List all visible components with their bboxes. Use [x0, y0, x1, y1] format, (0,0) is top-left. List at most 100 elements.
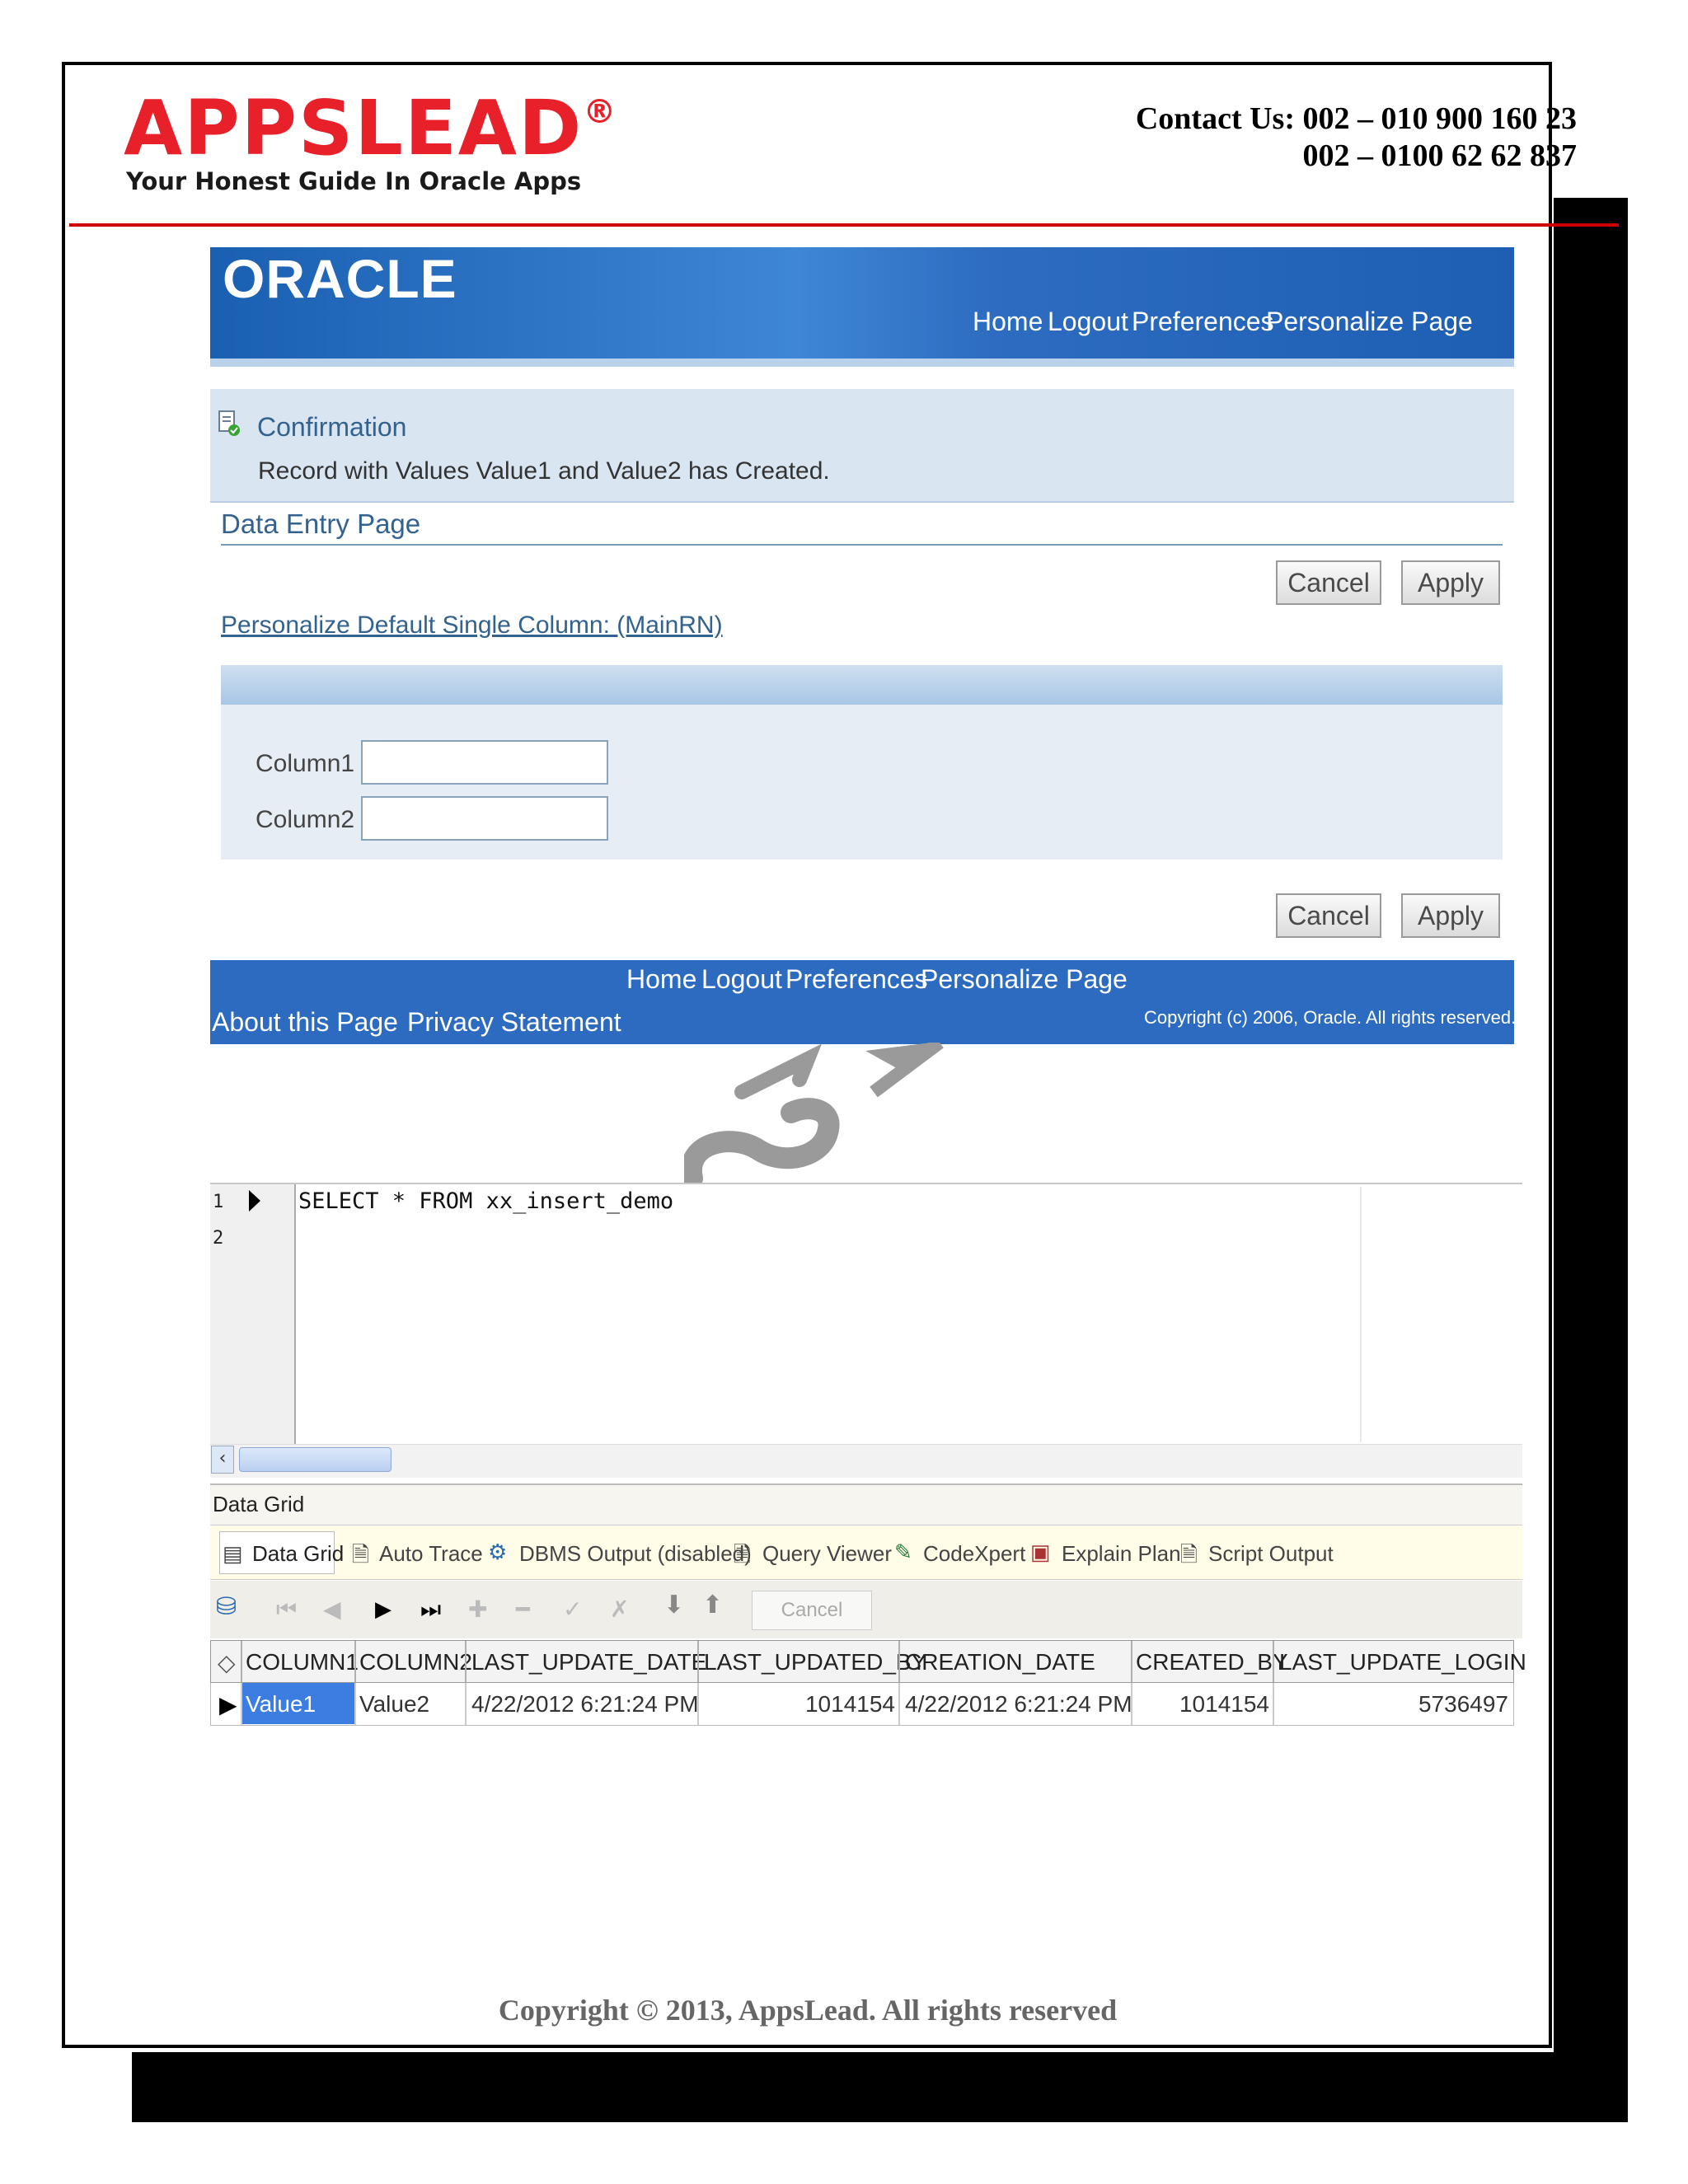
nav-preferences-link[interactable]: Preferences: [1132, 307, 1274, 337]
delete-record-icon[interactable]: ━: [516, 1596, 530, 1623]
cancel-button-bottom[interactable]: Cancel: [1276, 893, 1381, 938]
tab-data-grid-label: Data Grid: [252, 1541, 345, 1566]
appslead-logo: APPSLEAD®: [124, 84, 618, 172]
editor-margin-line: [1360, 1187, 1362, 1442]
header-last-updated-by[interactable]: LAST_UPDATED_BY: [704, 1649, 926, 1675]
confirmation-message: Record with Values Value1 and Value2 has…: [258, 457, 830, 485]
results-panel-label: Data Grid: [213, 1492, 305, 1516]
current-line-marker-icon: [249, 1190, 260, 1212]
personalize-region-link[interactable]: Personalize Default Single Column: (Main…: [221, 612, 723, 640]
first-record-icon[interactable]: ⏮: [276, 1596, 297, 1624]
upload-icon[interactable]: ⬆: [702, 1591, 723, 1619]
line-number: 2: [213, 1228, 224, 1249]
apply-button-top[interactable]: Apply: [1401, 560, 1500, 605]
apply-button-bottom[interactable]: Apply: [1401, 893, 1500, 938]
column1-label: Column1: [256, 750, 355, 777]
insert-record-icon[interactable]: ✚: [468, 1596, 487, 1623]
query-viewer-icon: 🗎: [734, 1542, 751, 1567]
column2-label: Column2: [256, 806, 355, 833]
grid-header-row: ◇ COLUMN1 COLUMN2 LAST_UPDATE_DATE LAST_…: [210, 1640, 1526, 1683]
tab-auto-trace[interactable]: Auto Trace: [379, 1541, 483, 1567]
registered-mark: ®: [583, 93, 618, 131]
nav-personalize-link[interactable]: Personalize Page: [1266, 307, 1473, 337]
cell-created-by[interactable]: 1014154: [1179, 1691, 1269, 1718]
results-panel-header: [210, 1483, 1522, 1526]
oracle-copyright: Copyright (c) 2006, Oracle. All rights r…: [1144, 1007, 1517, 1028]
header-divider: [69, 223, 1619, 227]
cancel-query-button[interactable]: Cancel: [752, 1591, 872, 1630]
tab-explain-plan[interactable]: Explain Plan: [1062, 1541, 1181, 1567]
last-record-icon[interactable]: ⏭: [420, 1596, 441, 1624]
cell-column1[interactable]: Value1: [246, 1691, 316, 1718]
watermark-logo: [684, 1043, 944, 1183]
footer-home-link[interactable]: Home: [626, 964, 696, 995]
header-last-update-login[interactable]: LAST_UPDATE_LOGIN: [1279, 1649, 1526, 1675]
nav-home-link[interactable]: Home: [973, 307, 1043, 337]
footer-personalize-link[interactable]: Personalize Page: [921, 964, 1128, 995]
page-title: Data Entry Page: [221, 509, 421, 539]
script-output-icon: 🗎: [1180, 1542, 1198, 1567]
oracle-logo: ORACLE: [223, 248, 457, 309]
privacy-statement-link[interactable]: Privacy Statement: [407, 1007, 621, 1038]
table-row[interactable]: ▶ Value1 Value2 4/22/2012 6:21:24 PM 101…: [210, 1683, 1514, 1726]
header-last-update-date[interactable]: LAST_UPDATE_DATE: [471, 1649, 706, 1675]
tab-query-viewer[interactable]: Query Viewer: [762, 1541, 892, 1567]
select-all-icon[interactable]: ◇: [218, 1649, 236, 1676]
logo-tagline: Your Honest Guide In Oracle Apps: [126, 167, 582, 195]
column1-input[interactable]: [361, 740, 608, 785]
column-divider: [697, 1683, 699, 1725]
column-divider: [697, 1641, 699, 1682]
form-panel-header: [221, 665, 1503, 705]
column-divider: [354, 1641, 356, 1682]
document-copyright: Copyright © 2013, AppsLead. All rights r…: [498, 1994, 1118, 2027]
cancel-edit-icon[interactable]: ✗: [610, 1596, 629, 1623]
header-column2[interactable]: COLUMN2: [359, 1649, 472, 1675]
line-number: 1: [213, 1192, 224, 1212]
confirmation-box: [210, 389, 1514, 503]
scrollbar-thumb[interactable]: [239, 1447, 392, 1472]
cell-last-update-date[interactable]: 4/22/2012 6:21:24 PM: [471, 1691, 699, 1718]
header-creation-date[interactable]: CREATION_DATE: [905, 1649, 1095, 1675]
next-record-icon[interactable]: ▶: [375, 1597, 392, 1622]
column-divider: [465, 1641, 467, 1682]
about-page-link[interactable]: About this Page: [212, 1007, 398, 1038]
editor-gutter: [210, 1184, 296, 1445]
contact-line-2: 002 – 0100 62 62 837: [1302, 138, 1578, 173]
row-indicator-icon: ▶: [219, 1692, 237, 1718]
scroll-left-icon[interactable]: ‹: [211, 1446, 234, 1474]
prior-record-icon[interactable]: ◀: [323, 1596, 341, 1623]
cell-last-update-login[interactable]: 5736497: [1418, 1691, 1508, 1718]
cell-last-updated-by[interactable]: 1014154: [805, 1691, 895, 1718]
oracle-header-underline: [210, 359, 1514, 367]
export-icon[interactable]: ⛁: [216, 1592, 237, 1621]
tab-codexpert[interactable]: CodeXpert: [923, 1541, 1025, 1567]
header-column1[interactable]: COLUMN1: [246, 1649, 359, 1675]
tab-script-output[interactable]: Script Output: [1208, 1541, 1334, 1567]
tab-dbms-output[interactable]: DBMS Output (disabled): [519, 1541, 752, 1567]
confirmation-title: Confirmation: [257, 412, 407, 442]
column-divider: [354, 1683, 356, 1725]
column-divider: [1273, 1683, 1274, 1725]
footer-logout-link[interactable]: Logout: [701, 964, 782, 995]
footer-preferences-link[interactable]: Preferences: [785, 964, 928, 995]
cell-creation-date[interactable]: 4/22/2012 6:21:24 PM: [905, 1691, 1132, 1718]
column-divider: [898, 1641, 900, 1682]
sql-line-1: SELECT * FROM xx_insert_demo: [298, 1188, 674, 1214]
column-divider: [1131, 1683, 1132, 1725]
dbms-output-icon: ⚙: [488, 1540, 508, 1564]
column-divider: [241, 1641, 242, 1682]
header-created-by[interactable]: CREATED_BY: [1136, 1649, 1288, 1675]
nav-logout-link[interactable]: Logout: [1048, 307, 1128, 337]
import-icon[interactable]: ⬇: [663, 1591, 684, 1619]
column-divider: [1273, 1641, 1274, 1682]
sql-editor[interactable]: [210, 1183, 1522, 1446]
horizontal-scrollbar[interactable]: [210, 1444, 1522, 1478]
page-shadow-bottom: [132, 2052, 1628, 2122]
cell-column2[interactable]: Value2: [359, 1691, 429, 1718]
column-divider: [1131, 1641, 1132, 1682]
title-underline: [221, 544, 1503, 546]
column2-input[interactable]: [361, 796, 608, 841]
cancel-button-top[interactable]: Cancel: [1276, 560, 1381, 605]
post-edit-icon[interactable]: ✓: [563, 1596, 582, 1623]
explain-plan-icon: ▣: [1030, 1540, 1051, 1564]
